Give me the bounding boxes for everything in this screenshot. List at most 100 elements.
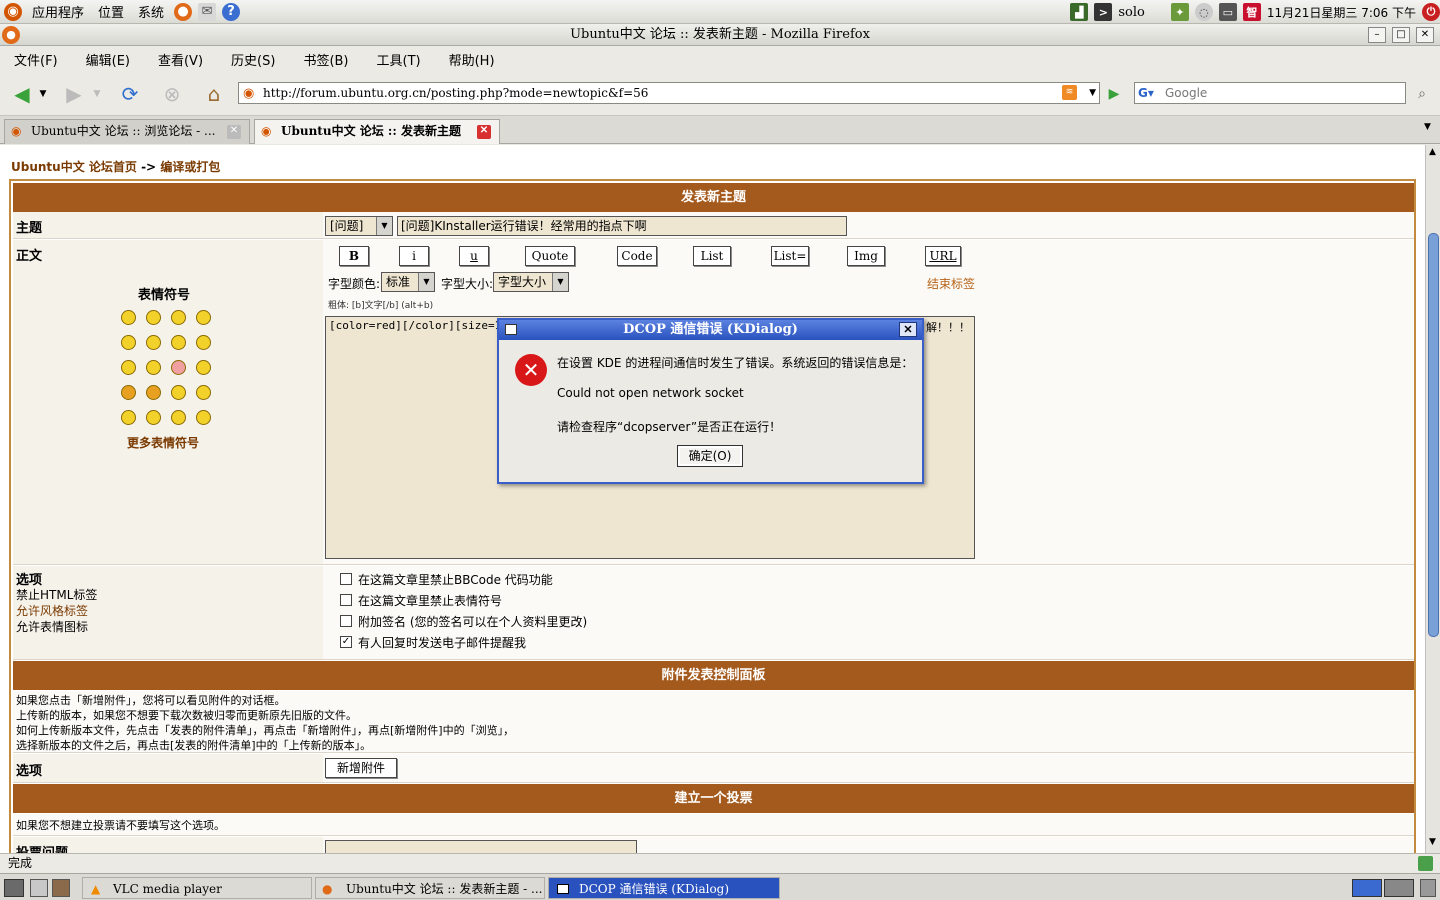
url-dropdown-icon[interactable]: ▼ bbox=[1089, 83, 1096, 103]
search-input[interactable]: G▾ Google bbox=[1134, 82, 1406, 104]
menu-view[interactable]: 查看(V) bbox=[158, 50, 203, 69]
tab-list-dropdown-icon[interactable]: ▼ bbox=[1424, 122, 1431, 132]
tab-browse-forum[interactable]: ◉ Ubuntu中文 论坛 :: 浏览论坛 - ... ✕ bbox=[4, 119, 250, 144]
display-icon[interactable]: ▭ bbox=[1218, 3, 1237, 21]
emoticon-icon[interactable] bbox=[121, 335, 136, 350]
emoticon-icon[interactable] bbox=[196, 385, 211, 400]
tab-close-icon[interactable]: ✕ bbox=[477, 125, 491, 139]
dialog-close-button[interactable]: ✕ bbox=[899, 322, 917, 337]
list-ordered-button[interactable]: List= bbox=[771, 246, 809, 266]
emoticon-icon[interactable] bbox=[146, 360, 161, 375]
close-tags-link[interactable]: 结束标签 bbox=[927, 275, 975, 292]
emoticon-icon[interactable] bbox=[196, 360, 211, 375]
emoticon-icon[interactable] bbox=[146, 385, 161, 400]
workspace-switcher-inactive[interactable] bbox=[1384, 879, 1414, 897]
rss-feed-icon[interactable]: ≋ bbox=[1062, 85, 1077, 100]
emoticon-icon[interactable] bbox=[121, 385, 136, 400]
forward-history-dropdown-icon[interactable]: ▼ bbox=[90, 80, 104, 108]
menu-tools[interactable]: 工具(T) bbox=[377, 50, 421, 69]
system-monitor-icon[interactable]: ▟ bbox=[1070, 3, 1089, 21]
task-firefox[interactable]: ● Ubuntu中文 论坛 :: 发表新主题 - ... bbox=[315, 877, 545, 899]
font-size-select[interactable]: 字型大小 ▼ bbox=[493, 272, 569, 292]
breadcrumb-forum-link[interactable]: 编译或打包 bbox=[160, 160, 220, 174]
italic-button[interactable]: i bbox=[399, 246, 429, 266]
attach-signature-checkbox[interactable] bbox=[340, 615, 352, 627]
image-button[interactable]: Img bbox=[847, 246, 885, 266]
disable-bbcode-checkbox[interactable] bbox=[340, 573, 352, 585]
dialog-menu-icon[interactable] bbox=[505, 324, 517, 335]
scroll-up-icon[interactable]: ▲ bbox=[1429, 147, 1436, 157]
emoticon-icon[interactable] bbox=[171, 310, 186, 325]
emoticon-icon[interactable] bbox=[146, 335, 161, 350]
question-emoticon-icon[interactable] bbox=[146, 410, 161, 425]
menu-help[interactable]: 帮助(H) bbox=[449, 50, 495, 69]
network-icon[interactable]: ✦ bbox=[1170, 3, 1189, 21]
task-kdialog[interactable]: DCOP 通信错误 (KDialog) bbox=[548, 877, 780, 899]
emoticon-icon[interactable] bbox=[171, 385, 186, 400]
poll-question-input[interactable] bbox=[325, 840, 637, 853]
window-titlebar[interactable]: ● Ubuntu中文 论坛 :: 发表新主题 - Mozilla Firefox… bbox=[0, 24, 1440, 46]
maximize-button[interactable]: □ bbox=[1392, 27, 1410, 43]
emoticon-icon[interactable] bbox=[121, 360, 136, 375]
app-launcher-icon[interactable] bbox=[52, 879, 70, 897]
scrollbar-thumb[interactable] bbox=[1428, 233, 1439, 637]
panel-clock[interactable]: 11月21日星期三 7:06 下午 bbox=[1267, 4, 1416, 21]
exclamation-emoticon-icon[interactable] bbox=[121, 410, 136, 425]
firefox-launcher-icon[interactable]: ● bbox=[174, 2, 193, 21]
menu-history[interactable]: 历史(S) bbox=[231, 50, 275, 69]
terminal-icon[interactable]: > bbox=[1094, 3, 1113, 21]
panel-menu-applications[interactable]: 应用程序 bbox=[28, 2, 88, 21]
status-addon-icon[interactable] bbox=[1418, 856, 1433, 871]
reload-icon[interactable]: ⟳ bbox=[116, 80, 144, 108]
menu-edit[interactable]: 编辑(E) bbox=[86, 50, 130, 69]
subject-prefix-select[interactable]: [问题] ▼ bbox=[325, 216, 393, 236]
task-vlc[interactable]: ▲ VLC media player bbox=[82, 877, 312, 899]
ubuntu-logo-icon[interactable]: ◉ bbox=[4, 2, 22, 21]
google-engine-icon[interactable]: G▾ bbox=[1138, 83, 1154, 103]
help-launcher-icon[interactable]: ? bbox=[222, 2, 241, 21]
power-icon[interactable]: ⏻ bbox=[1422, 3, 1440, 21]
home-icon[interactable]: ⌂ bbox=[200, 80, 228, 108]
emoticon-icon[interactable] bbox=[146, 310, 161, 325]
emoticon-icon[interactable] bbox=[171, 360, 186, 375]
url-input[interactable]: ◉ http://forum.ubuntu.org.cn/posting.php… bbox=[238, 82, 1100, 104]
panel-menu-places[interactable]: 位置 bbox=[94, 2, 128, 21]
back-arrow-icon[interactable]: ◀ bbox=[8, 80, 36, 108]
code-button[interactable]: Code bbox=[617, 246, 657, 266]
tab-new-topic[interactable]: ◉ Ubuntu中文 论坛 :: 发表新主题 ✕ bbox=[254, 119, 500, 144]
dialog-titlebar[interactable]: DCOP 通信错误 (KDialog) ✕ bbox=[499, 320, 922, 340]
panel-menu-system[interactable]: 系统 bbox=[134, 2, 168, 21]
forward-arrow-icon[interactable]: ▶ bbox=[60, 80, 88, 108]
breadcrumb-home-link[interactable]: Ubuntu中文 论坛首页 bbox=[11, 160, 137, 174]
add-attachment-button[interactable]: 新增附件 bbox=[325, 758, 397, 778]
scroll-down-icon[interactable]: ▼ bbox=[1429, 837, 1436, 847]
list-button[interactable]: List bbox=[693, 246, 731, 266]
update-notifier-icon[interactable]: ◌ bbox=[1194, 3, 1213, 21]
workspace-switcher-active[interactable] bbox=[1352, 879, 1382, 897]
bold-button[interactable]: B bbox=[339, 246, 369, 266]
underline-button[interactable]: u bbox=[459, 246, 489, 266]
arrow-emoticon-icon[interactable] bbox=[196, 410, 211, 425]
url-button[interactable]: URL bbox=[925, 246, 961, 266]
tab-close-icon[interactable]: ✕ bbox=[227, 125, 241, 139]
emoticon-icon[interactable] bbox=[196, 310, 211, 325]
disable-smilies-checkbox[interactable] bbox=[340, 594, 352, 606]
show-desktop-icon[interactable] bbox=[4, 879, 24, 897]
emoticon-icon[interactable] bbox=[196, 335, 211, 350]
emoticon-icon[interactable] bbox=[171, 335, 186, 350]
menu-bookmarks[interactable]: 书签(B) bbox=[303, 50, 348, 69]
dialog-ok-button[interactable]: 确定(O) bbox=[677, 445, 743, 467]
notify-reply-checkbox[interactable]: ✓ bbox=[340, 636, 352, 648]
idea-emoticon-icon[interactable] bbox=[171, 410, 186, 425]
workspace-icon[interactable] bbox=[30, 879, 48, 897]
quote-button[interactable]: Quote bbox=[525, 246, 575, 266]
menu-file[interactable]: 文件(F) bbox=[14, 50, 58, 69]
trash-icon[interactable] bbox=[1420, 879, 1436, 897]
mail-launcher-icon[interactable]: ✉ bbox=[198, 2, 217, 21]
input-method-icon[interactable]: 智 bbox=[1242, 3, 1261, 21]
font-color-select[interactable]: 标准 ▼ bbox=[381, 272, 435, 292]
more-emoticons-link[interactable]: 更多表情符号 bbox=[127, 434, 199, 451]
page-scrollbar[interactable]: ▲ ▼ bbox=[1425, 145, 1440, 853]
search-icon[interactable]: ⌕ bbox=[1408, 80, 1436, 108]
go-arrow-icon[interactable]: ▶ bbox=[1100, 80, 1128, 108]
